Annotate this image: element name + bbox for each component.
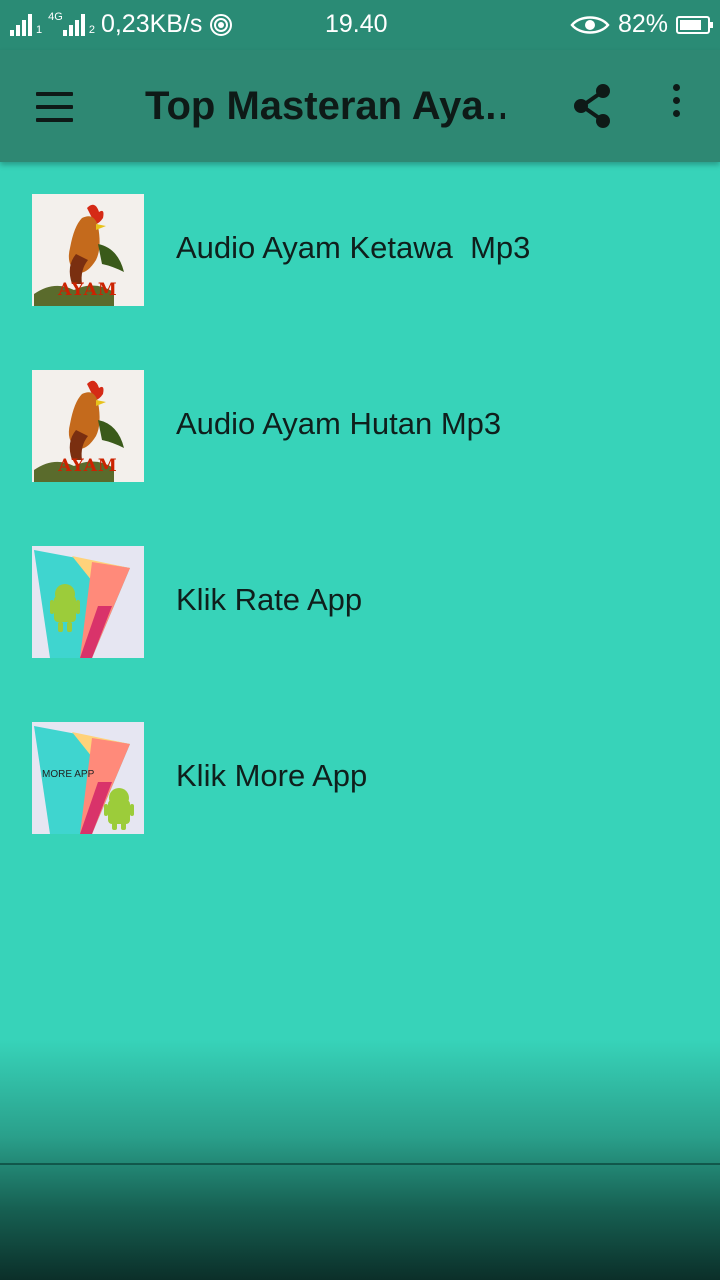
page-title: Top Masteran Aya… xyxy=(145,84,505,128)
hamburger-menu-icon[interactable] xyxy=(30,86,80,126)
thumbnail-text: MORE APP xyxy=(42,769,95,780)
list-item-audio-ayam-hutan[interactable]: AYAM Audio Ayam Hutan Mp3 xyxy=(0,338,720,514)
status-left: 1 4G 2 0,23KB/s xyxy=(10,10,234,39)
status-right: 82% xyxy=(570,10,713,39)
status-bar: 1 4G 2 0,23KB/s 19.40 82% xyxy=(0,0,720,50)
thumbnail-text: AYAM xyxy=(58,456,118,476)
bottom-gradient xyxy=(0,1040,720,1280)
share-icon[interactable] xyxy=(568,80,618,132)
play-store-thumbnail: MORE APP xyxy=(32,722,144,834)
list-item-label: Audio Ayam Hutan Mp3 xyxy=(176,406,502,441)
list-item-label: Klik More App xyxy=(176,758,368,793)
clock: 19.40 xyxy=(325,10,388,38)
list-item-label: Audio Ayam Ketawa Mp3 xyxy=(176,230,531,265)
app-bar: Top Masteran Aya… xyxy=(0,50,720,162)
rooster-thumbnail: AYAM xyxy=(32,370,144,482)
list-item-klik-more-app[interactable]: MORE APP Klik More App xyxy=(0,690,720,866)
signal-2-icon: 2 xyxy=(62,13,95,36)
battery-percent: 82% xyxy=(617,10,668,38)
list-item-audio-ayam-ketawa[interactable]: AYAM Audio Ayam Ketawa Mp3 xyxy=(0,162,720,338)
eye-icon xyxy=(570,15,610,34)
thumbnail-text: AYAM xyxy=(58,280,118,300)
list-item-klik-rate-app[interactable]: Klik Rate App xyxy=(0,514,720,690)
navigation-bar-divider xyxy=(0,1163,720,1165)
play-store-thumbnail xyxy=(32,546,144,658)
list-item-label: Klik Rate App xyxy=(176,582,363,617)
more-vert-icon[interactable] xyxy=(656,84,696,128)
network-type: 4G xyxy=(48,10,63,23)
signal-icon: 1 xyxy=(10,13,42,36)
battery-icon xyxy=(676,15,713,34)
hotspot-icon xyxy=(210,13,233,36)
net-speed: 0,23KB/s xyxy=(100,10,203,38)
rooster-thumbnail: AYAM xyxy=(32,194,144,306)
play-store-android-icon xyxy=(34,550,130,658)
